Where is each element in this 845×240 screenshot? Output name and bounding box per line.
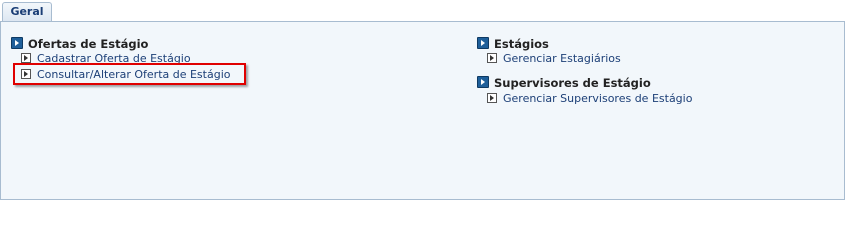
link-gerenciar-estagiarios[interactable]: Gerenciar Estagiários (487, 52, 621, 66)
arrow-bullet-icon (487, 93, 497, 103)
section-bullet-icon (477, 76, 489, 88)
section-title-supervisores: Supervisores de Estágio (477, 76, 651, 90)
section-bullet-icon (477, 37, 489, 49)
tab-panel-geral: Ofertas de Estágio Cadastrar Oferta de E… (0, 22, 845, 200)
tab-bar: Geral (0, 0, 845, 22)
arrow-bullet-icon (21, 53, 31, 63)
section-title-ofertas: Ofertas de Estágio (11, 37, 148, 51)
highlight-box (13, 63, 246, 85)
section-bullet-icon (11, 37, 23, 49)
link-gerenciar-supervisores[interactable]: Gerenciar Supervisores de Estágio (487, 92, 692, 106)
arrow-bullet-icon (487, 53, 497, 63)
section-title-estagios: Estágios (477, 37, 549, 51)
tab-geral[interactable]: Geral (2, 2, 52, 21)
